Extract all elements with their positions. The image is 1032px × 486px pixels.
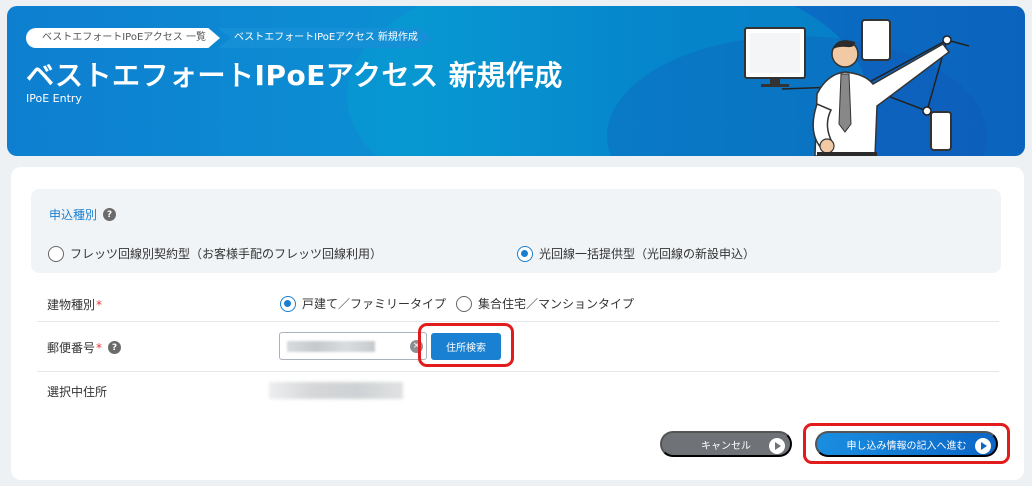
- divider: [37, 321, 999, 322]
- play-arrow-icon: [769, 438, 785, 454]
- breadcrumb: ベストエフォートIPoEアクセス 一覧 ベストエフォートIPoEアクセス 新規作…: [26, 28, 432, 48]
- application-type-heading: 申込種別 ?: [49, 206, 117, 223]
- cancel-button-label: キャンセル: [701, 440, 751, 452]
- radio-label: 光回線一括提供型（光回線の新設申込）: [539, 247, 756, 261]
- page-header: ベストエフォートIPoEアクセス 一覧 ベストエフォートIPoEアクセス 新規作…: [7, 6, 1025, 156]
- businessman-network-illustration: [744, 19, 970, 156]
- radio-label: 戸建て／ファミリータイプ: [302, 297, 447, 311]
- radio-button[interactable]: [456, 295, 472, 312]
- postal-code-label-group: 郵便番号 * ?: [47, 339, 122, 356]
- postal-code-label: 郵便番号: [47, 341, 96, 355]
- form-card: 申込種別 ? フレッツ回線別契約型（お客様手配のフレッツ回線利用） 光回線一括提…: [11, 167, 1024, 480]
- building-type-label: 建物種別: [47, 298, 96, 312]
- redacted-value: [287, 341, 375, 352]
- cancel-button[interactable]: キャンセル: [660, 431, 792, 457]
- help-icon[interactable]: ?: [103, 208, 117, 221]
- application-type-section: 申込種別 ? フレッツ回線別契約型（お客様手配のフレッツ回線利用） 光回線一括提…: [31, 189, 1001, 273]
- divider: [37, 371, 999, 372]
- radio-button[interactable]: [48, 245, 64, 262]
- selected-address-label: 選択中住所: [47, 383, 107, 400]
- required-mark: *: [96, 340, 103, 355]
- required-mark: *: [96, 297, 103, 312]
- page-subtitle: IPoE Entry: [26, 92, 82, 105]
- highlight-box: [803, 423, 1010, 464]
- radio-detached-house[interactable]: 戸建て／ファミリータイプ: [280, 295, 446, 312]
- selected-address-value: [269, 382, 403, 399]
- radio-label: フレッツ回線別契約型（お客様手配のフレッツ回線利用）: [70, 247, 383, 261]
- radio-button[interactable]: [280, 295, 296, 312]
- help-icon[interactable]: ?: [108, 341, 122, 354]
- radio-flets-separate-contract[interactable]: フレッツ回線別契約型（お客様手配のフレッツ回線利用）: [48, 245, 382, 262]
- application-type-label: 申込種別: [49, 208, 98, 222]
- building-type-label-group: 建物種別 *: [47, 296, 102, 313]
- page-title: ベストエフォートIPoEアクセス 新規作成: [26, 59, 563, 92]
- radio-fiber-bundled[interactable]: 光回線一括提供型（光回線の新設申込）: [517, 245, 755, 262]
- postal-code-input[interactable]: ×: [279, 332, 427, 360]
- radio-label: 集合住宅／マンションタイプ: [478, 297, 635, 311]
- selected-address-label-text: 選択中住所: [47, 385, 108, 399]
- highlight-box: [418, 323, 514, 367]
- breadcrumb-parent-link[interactable]: ベストエフォートIPoEアクセス 一覧: [26, 28, 220, 48]
- breadcrumb-current: ベストエフォートIPoEアクセス 新規作成: [217, 28, 432, 48]
- radio-button[interactable]: [517, 245, 533, 262]
- radio-apartment[interactable]: 集合住宅／マンションタイプ: [456, 295, 634, 312]
